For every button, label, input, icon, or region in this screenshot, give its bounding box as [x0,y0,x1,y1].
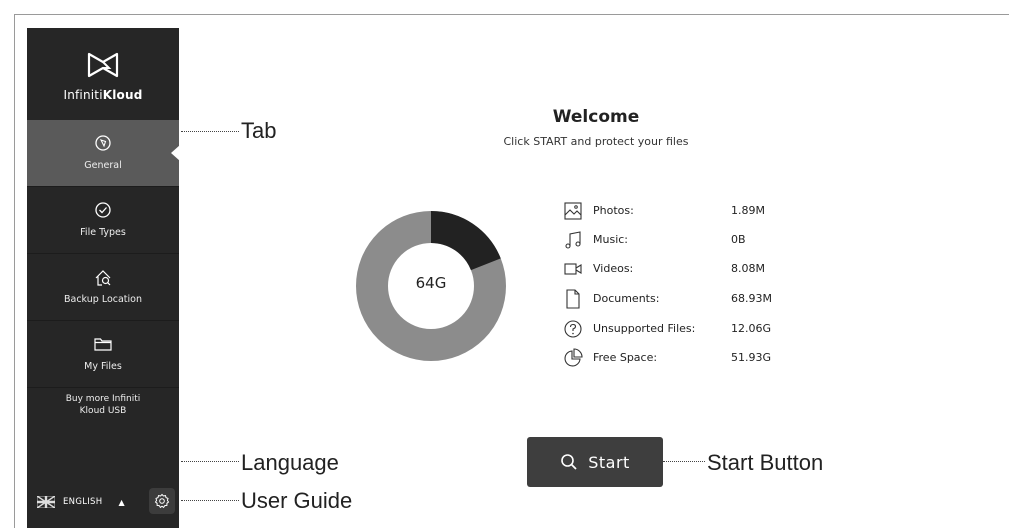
tab-file-types-label: File Types [80,227,126,238]
stat-music-label: Music: [593,233,629,246]
tab-general[interactable]: General [27,120,180,187]
buy-more-line-2: Kloud USB [79,406,127,416]
tab-general-label: General [84,160,122,171]
start-button[interactable]: Start [527,437,663,487]
capacity-label: 64G [415,274,447,292]
app-name-bold: Kloud [102,88,143,102]
tab-my-files[interactable]: My Files [27,321,179,388]
language-label: ENGLISH [63,497,103,507]
app-name: InfinitiKloud [27,88,179,102]
screen-border-top [14,14,1009,15]
pie-icon [564,348,583,367]
stat-free-space-value: 51.93G [731,351,772,364]
app-logo: InfinitiKloud [27,28,179,118]
stat-documents-label: Documents: [593,292,660,305]
tab-my-files-label: My Files [84,361,122,372]
stat-videos-value: 8.08M [731,262,765,275]
stat-unsupported: Unsupported Files: 12.06G [563,318,843,340]
compass-icon [27,134,179,154]
sidebar: InfinitiKloud General File Types Backup … [27,28,180,528]
video-icon [564,263,582,275]
tab-callout-line [181,131,239,132]
stat-photos-label: Photos: [593,204,634,217]
language-callout-label: Language [241,450,339,475]
tab-backup-location[interactable]: Backup Location [27,254,179,321]
stat-music-value: 0B [731,233,746,246]
stat-unsupported-label: Unsupported Files: [593,322,696,335]
start-callout-label: Start Button [707,450,824,475]
stat-videos: Videos: 8.08M [563,258,843,280]
buy-more-link[interactable]: Buy more Infiniti Kloud USB [27,393,179,417]
stat-photos-value: 1.89M [731,204,765,217]
stat-music: Music: 0B [563,229,843,251]
start-callout-line [663,461,705,462]
tab-file-types[interactable]: File Types [27,187,179,254]
page-title: Welcome [552,107,640,127]
folder-icon [27,335,179,355]
home-search-icon [27,268,179,288]
user-guide-callout-line [181,500,239,501]
language-callout-line [181,461,239,462]
stat-videos-label: Videos: [593,262,634,275]
check-circle-icon [27,201,179,221]
stat-photos: Photos: 1.89M [563,200,843,222]
donut-used-segment [430,211,501,271]
question-icon [564,320,582,338]
stat-free-space: Free Space: 51.93G [563,347,843,369]
screen-border-left [14,14,15,528]
stat-documents-value: 68.93M [731,292,772,305]
user-guide-button[interactable] [149,488,175,514]
tab-backup-location-label: Backup Location [63,294,143,305]
search-icon [561,454,577,470]
photo-icon [564,202,582,220]
document-icon [566,289,580,309]
start-button-label: Start [588,452,630,472]
stat-documents: Documents: 68.93M [563,288,843,310]
kloud-logo-icon [87,52,119,78]
active-tab-indicator [171,145,180,161]
caret-up-icon: ▲ [118,497,125,507]
gear-icon [154,493,170,509]
page-subtitle: Click START and protect your files [503,135,689,148]
stat-unsupported-value: 12.06G [731,322,772,335]
language-selector[interactable]: ENGLISH ▲ [37,492,125,512]
tab-callout-label: Tab [241,118,277,143]
uk-flag-icon [37,496,55,508]
app-name-light: Infiniti [63,88,103,102]
user-guide-callout-label: User Guide [241,488,353,513]
buy-more-line-1: Buy more Infiniti [65,394,141,404]
music-icon [565,231,581,249]
stat-free-space-label: Free Space: [593,351,658,364]
